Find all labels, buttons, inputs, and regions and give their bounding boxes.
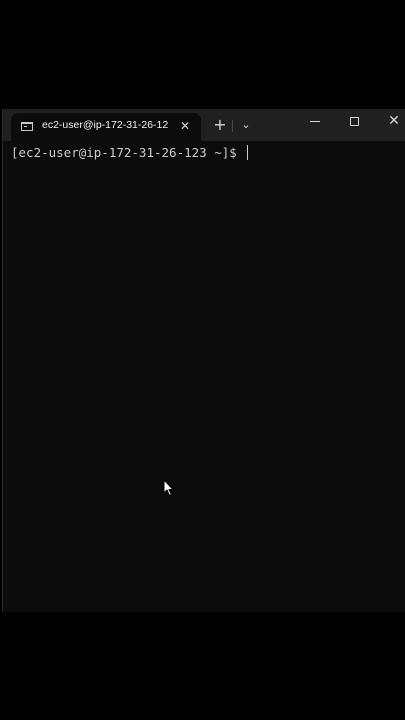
window-close-icon[interactable]: ✕ xyxy=(386,113,402,129)
minimize-icon[interactable] xyxy=(310,121,320,122)
tab-divider xyxy=(232,120,233,132)
shell-prompt-line: [ec2-user@ip-172-31-26-123 ~]$ xyxy=(11,145,249,160)
terminal-output-area[interactable]: [ec2-user@ip-172-31-26-123 ~]$ xyxy=(3,141,405,612)
text-cursor xyxy=(247,145,249,160)
maximize-icon[interactable] xyxy=(350,117,359,126)
terminal-icon xyxy=(21,122,33,131)
mouse-pointer-icon xyxy=(163,479,174,496)
title-bar[interactable]: ec2-user@ip-172-31-26-12 ✕ + ⌄ ✕ xyxy=(3,109,405,141)
new-tab-button[interactable]: + xyxy=(210,115,230,135)
tab-terminal-session[interactable]: ec2-user@ip-172-31-26-12 ✕ xyxy=(11,113,201,141)
tab-close-icon[interactable]: ✕ xyxy=(177,118,193,134)
terminal-window: ec2-user@ip-172-31-26-12 ✕ + ⌄ ✕ [ec2-us… xyxy=(2,109,405,612)
tab-title: ec2-user@ip-172-31-26-12 xyxy=(42,119,169,131)
shell-prompt: [ec2-user@ip-172-31-26-123 ~]$ xyxy=(11,145,245,160)
tab-dropdown-button[interactable]: ⌄ xyxy=(236,115,256,135)
